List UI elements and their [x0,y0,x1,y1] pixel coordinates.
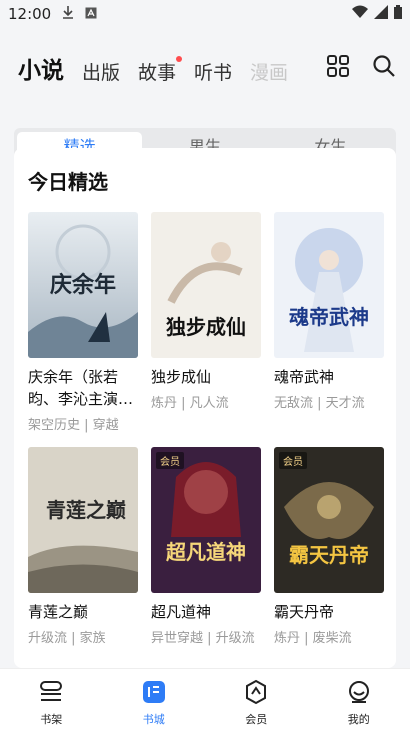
profile-icon [346,679,372,708]
book-title: 魂帝武神 [274,366,384,388]
category-grid-icon[interactable] [326,54,350,82]
nav-membership-label: 会员 [245,711,267,727]
nav-bookshelf[interactable]: 书架 [0,669,103,731]
book-cover[interactable]: 霸天丹帝 会员 [274,447,384,593]
book-title: 独步成仙 [151,366,261,388]
tab-story[interactable]: 故事 [138,58,176,85]
notification-dot [176,56,182,62]
book-title: 庆余年（张若昀、李沁主演… [28,366,138,410]
search-icon[interactable] [372,54,396,82]
wifi-icon [352,5,368,23]
vip-badge: 会员 [156,452,184,469]
book-item[interactable]: 霸天丹帝 会员 霸天丹帝 炼丹 | 废柴流 [274,447,384,646]
nav-bookstore-label: 书城 [143,711,165,727]
book-tags: 异世穿越 | 升级流 [151,627,261,646]
signal-icon [374,5,388,23]
cover-title: 超凡道神 [165,540,246,564]
book-cover[interactable]: 超凡道神 会员 [151,447,261,593]
book-tags: 炼丹 | 凡人流 [151,392,261,411]
book-cover[interactable]: 青莲之巅 [28,447,138,593]
section-title: 今日精选 [28,166,108,195]
vip-badge: 会员 [279,452,307,469]
tab-comic[interactable]: 漫画 [250,58,288,85]
book-cover[interactable]: 魂帝武神 [274,212,384,358]
tab-audiobook[interactable]: 听书 [194,58,232,85]
status-bar: 12:00 [0,0,410,28]
nav-profile-label: 我的 [348,711,370,727]
book-tags: 无敌流 | 天才流 [274,392,384,411]
membership-icon [243,679,269,708]
tab-novel[interactable]: 小说 [18,51,64,85]
cover-title: 霸天丹帝 [289,543,369,567]
nav-bookstore[interactable]: 书城 [103,669,206,731]
book-item[interactable]: 青莲之巅 青莲之巅 升级流 | 家族 [28,447,138,646]
book-item[interactable]: 超凡道神 会员 超凡道神 异世穿越 | 升级流 [151,447,261,646]
app-notification-icon [85,5,97,23]
nav-bookshelf-label: 书架 [40,711,62,727]
download-icon [61,5,75,23]
top-navigation: 小说 出版 故事 听书 漫画 [0,28,410,108]
bookshelf-icon [38,679,64,708]
cover-title: 独步成仙 [166,315,246,339]
book-title: 超凡道神 [151,601,261,623]
book-item[interactable]: 魂帝武神 魂帝武神 无敌流 | 天才流 [274,212,384,433]
nav-profile[interactable]: 我的 [308,669,410,731]
bottom-navigation: 书架 书城 会员 我的 [0,668,410,731]
book-tags: 升级流 | 家族 [28,627,138,646]
book-cover[interactable]: 独步成仙 [151,212,261,358]
cover-title: 青莲之巅 [46,498,126,522]
book-cover[interactable]: 庆余年 [28,212,138,358]
book-item[interactable]: 庆余年 庆余年（张若昀、李沁主演… 架空历史 | 穿越 [28,212,138,433]
tab-publish[interactable]: 出版 [82,58,120,85]
book-item[interactable]: 独步成仙 独步成仙 炼丹 | 凡人流 [151,212,261,433]
book-title: 霸天丹帝 [274,601,384,623]
daily-picks-card: 今日精选 庆余年 庆余年（张若昀、李沁主演… 架空历史 | 穿越 [14,148,396,668]
battery-icon [394,5,402,23]
bookstore-icon [141,679,167,708]
book-tags: 架空历史 | 穿越 [28,414,138,433]
book-tags: 炼丹 | 废柴流 [274,627,384,646]
nav-membership[interactable]: 会员 [205,669,308,731]
cover-title: 魂帝武神 [289,305,369,329]
cover-title: 庆余年 [50,272,116,298]
book-title: 青莲之巅 [28,601,138,623]
status-time: 12:00 [8,5,51,23]
tab-story-label: 故事 [138,62,176,84]
